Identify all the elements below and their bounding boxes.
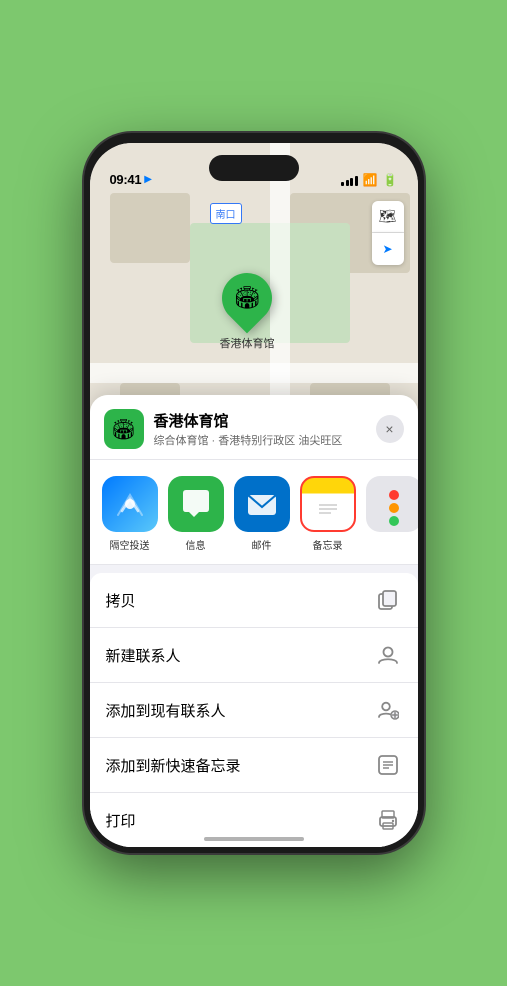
color-dots <box>389 482 399 526</box>
dot-orange <box>389 503 399 513</box>
venue-icon: 🏟 <box>104 409 144 449</box>
action-quick-note[interactable]: 添加到新快速备忘录 <box>90 738 418 793</box>
map-pin-circle: 🏟 <box>212 263 283 334</box>
wifi-icon: 📶 <box>363 173 378 187</box>
messages-label: 信息 <box>186 537 206 552</box>
airdrop-icon <box>102 476 158 532</box>
add-contact-icon <box>374 696 402 724</box>
copy-svg <box>377 589 399 611</box>
mail-icon <box>234 476 290 532</box>
sheet-subtitle: 综合体育馆 · 香港特别行政区 油尖旺区 <box>154 432 376 448</box>
bar3 <box>350 178 353 186</box>
notes-icon <box>300 476 356 532</box>
new-contact-icon <box>374 641 402 669</box>
action-add-contact[interactable]: 添加到现有联系人 <box>90 683 418 738</box>
more-dots-icon <box>366 476 418 532</box>
quick-note-icon <box>374 751 402 779</box>
share-item-airdrop[interactable]: 隔空投送 <box>102 476 158 552</box>
location-icon: ➤ <box>382 242 392 256</box>
print-svg <box>377 809 399 831</box>
battery-icon: 🔋 <box>383 173 398 187</box>
share-item-notes[interactable]: 备忘录 <box>300 476 356 552</box>
dynamic-island <box>209 155 299 181</box>
map-pin-icon: 🏟 <box>233 285 261 311</box>
venue-icon-symbol: 🏟 <box>111 417 136 442</box>
share-row: 隔空投送 信息 <box>90 460 418 565</box>
new-contact-label: 新建联系人 <box>106 645 181 666</box>
location-button[interactable]: ➤ <box>372 233 404 265</box>
map-type-icon: 🗺 <box>379 208 397 225</box>
signal-bars <box>341 175 358 186</box>
status-icons: 📶 🔋 <box>341 173 397 187</box>
sheet-title-block: 香港体育馆 综合体育馆 · 香港特别行政区 油尖旺区 <box>154 410 376 448</box>
bar1 <box>341 182 344 186</box>
share-item-messages[interactable]: 信息 <box>168 476 224 552</box>
add-contact-label: 添加到现有联系人 <box>106 700 226 721</box>
dot-red <box>389 490 399 500</box>
status-time: 09:41 <box>110 172 142 187</box>
map-block <box>110 193 190 263</box>
close-icon: × <box>385 421 393 437</box>
share-item-more[interactable] <box>366 476 418 552</box>
map-type-button[interactable]: 🗺 <box>372 201 404 233</box>
bar2 <box>346 180 349 186</box>
print-icon <box>374 806 402 834</box>
map-pin-label: 香港体育馆 <box>220 335 275 351</box>
phone-screen: 南口 🗺 ➤ 🏟 香港体育馆 <box>90 143 418 847</box>
copy-label: 拷贝 <box>106 590 136 611</box>
dot-green <box>389 516 399 526</box>
print-label: 打印 <box>106 810 136 831</box>
map-label: 南口 <box>210 203 242 224</box>
airdrop-svg <box>115 489 145 519</box>
messages-icon <box>168 476 224 532</box>
quick-note-label: 添加到新快速备忘录 <box>106 755 241 776</box>
map-road-h <box>90 363 418 383</box>
notes-svg <box>313 489 343 519</box>
bottom-sheet: 🏟 香港体育馆 综合体育馆 · 香港特别行政区 油尖旺区 × <box>90 395 418 847</box>
new-contact-svg <box>377 644 399 666</box>
messages-svg <box>179 487 213 521</box>
mail-svg <box>245 487 279 521</box>
add-contact-svg <box>377 699 399 721</box>
map-label-text: 南口 <box>216 210 236 221</box>
share-item-mail[interactable]: 邮件 <box>234 476 290 552</box>
action-copy[interactable]: 拷贝 <box>90 573 418 628</box>
location-indicator: ▶ <box>144 174 152 185</box>
bar4 <box>355 176 358 186</box>
action-new-contact[interactable]: 新建联系人 <box>90 628 418 683</box>
home-indicator <box>204 837 304 841</box>
phone-frame: 南口 🗺 ➤ 🏟 香港体育馆 <box>84 133 424 853</box>
sheet-close-button[interactable]: × <box>376 415 404 443</box>
copy-icon <box>374 586 402 614</box>
map-controls: 🗺 ➤ <box>372 201 404 265</box>
action-list: 拷贝 新建联系人 <box>90 573 418 847</box>
mail-label: 邮件 <box>252 537 272 552</box>
airdrop-label: 隔空投送 <box>110 537 150 552</box>
notes-label: 备忘录 <box>313 537 343 552</box>
sheet-title: 香港体育馆 <box>154 410 376 431</box>
sheet-header: 🏟 香港体育馆 综合体育馆 · 香港特别行政区 油尖旺区 × <box>90 395 418 460</box>
quick-note-svg <box>377 754 399 776</box>
map-pin: 🏟 香港体育馆 <box>220 273 275 351</box>
